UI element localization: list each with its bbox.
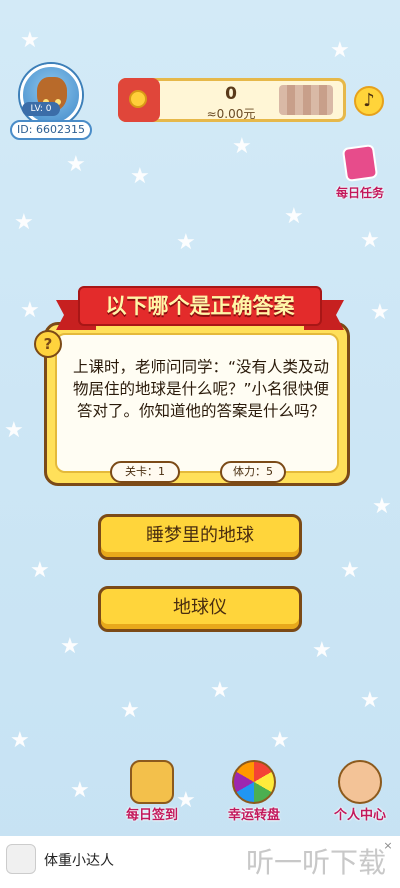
star-icon: ★ [330,38,350,63]
avatar[interactable] [20,64,82,126]
star-icon: ★ [270,728,290,753]
star-icon: ★ [370,300,390,325]
daily-task-button[interactable]: 每日任务 [332,143,388,206]
daily-task-label: 每日任务 [335,186,384,200]
question-mark-icon: ? [34,330,62,358]
daily-checkin-button[interactable]: 每日签到 [112,760,192,830]
task-cards-icon [341,143,379,183]
question-title-ribbon: 以下哪个是正确答案 [56,282,344,334]
star-icon: ★ [120,698,140,723]
ad-title: 体重小达人 [44,853,114,869]
profile-center-label: 个人中心 [333,808,386,823]
star-icon: ★ [312,638,332,663]
star-icon: ★ [10,728,30,753]
wallet-panel[interactable]: 0 ≈0.00元 [118,78,346,122]
coin-icon [129,90,147,108]
star-icon: ★ [210,678,230,703]
question-text: 上课时，老师问同学：“没有人类及动物居住的地球是什么呢？”小名很快便答对了。你知… [72,358,330,420]
withdraw-button[interactable] [279,85,333,115]
star-icon: ★ [70,778,90,803]
star-icon: ★ [30,558,50,583]
ad-banner[interactable]: 体重小达人 听一听下载 × [0,836,400,888]
level-indicator: 关卡：1 [110,461,180,483]
user-id: ID: 6602315 [10,120,92,140]
music-toggle-button[interactable]: ♪ [354,86,384,116]
star-icon: ★ [130,164,150,189]
level-badge: LV: 0 [22,102,60,116]
profile-center-button[interactable]: 个人中心 [320,760,400,830]
lucky-wheel-label: 幸运转盘 [227,808,280,823]
coin-balance: 0 [225,84,237,104]
cash-balance: ≈0.00元 [206,107,256,121]
lucky-wheel-button[interactable]: 幸运转盘 [214,760,294,830]
star-icon: ★ [4,418,24,443]
panda-app-icon [6,844,36,874]
star-icon: ★ [340,558,360,583]
answer-option-2[interactable]: 地球仪 [98,586,302,632]
calendar-icon [130,760,174,804]
red-envelope-icon [118,78,160,122]
star-icon: ★ [284,204,304,229]
star-icon: ★ [176,230,196,255]
star-icon: ★ [14,210,34,235]
star-icon: ★ [360,688,380,713]
site-watermark: 听一听下载 [246,846,387,879]
star-icon: ★ [372,494,392,519]
boy-avatar-icon [338,760,382,804]
wheel-icon [232,760,276,804]
question-title: 以下哪个是正确答案 [105,294,295,318]
daily-checkin-label: 每日签到 [125,808,178,823]
star-icon: ★ [20,28,40,53]
star-icon: ★ [20,298,40,323]
answer-option-1[interactable]: 睡梦里的地球 [98,514,302,560]
stamina-indicator: 体力：5 [220,461,286,483]
star-icon: ★ [60,634,80,659]
star-icon: ★ [232,134,252,159]
music-note-icon: ♪ [363,90,375,111]
ad-close-button[interactable]: × [382,840,394,852]
star-icon: ★ [360,228,380,253]
star-icon: ★ [66,152,86,177]
